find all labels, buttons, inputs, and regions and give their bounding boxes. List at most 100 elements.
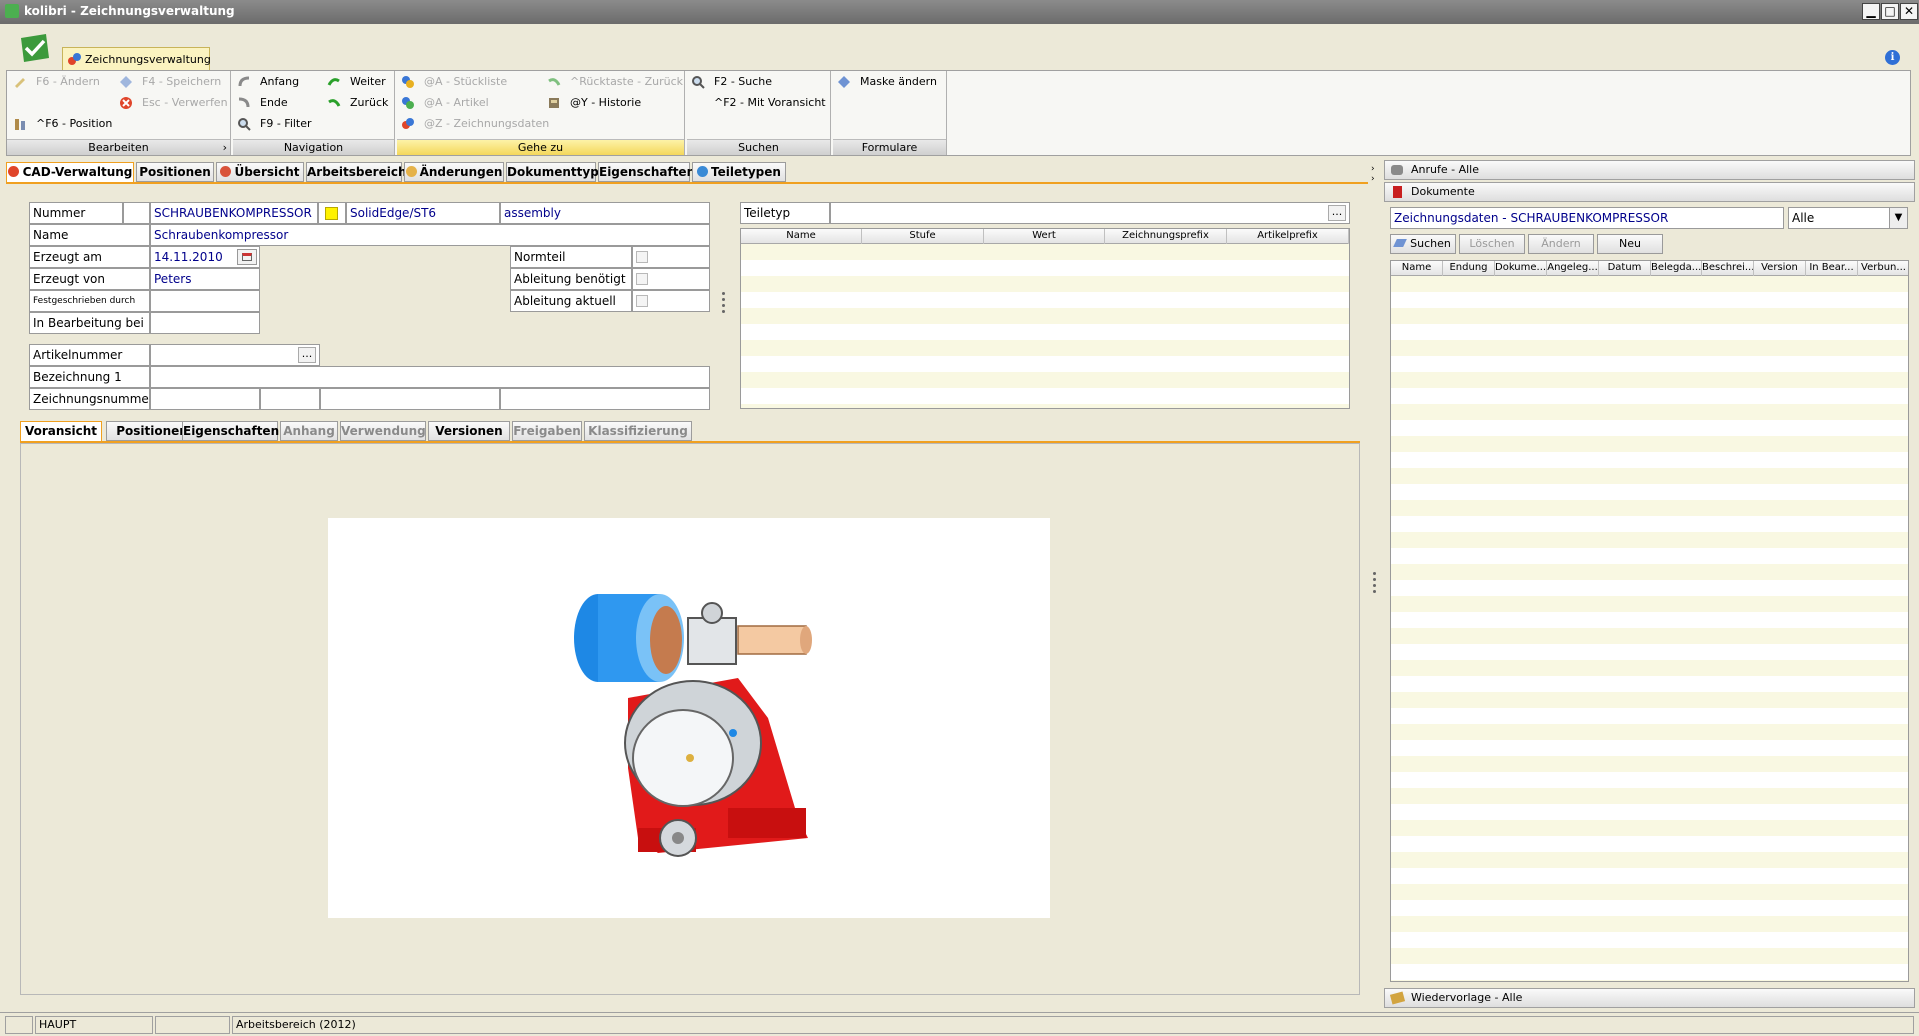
subtab-voransicht[interactable]: Voransicht xyxy=(20,421,102,442)
ableitung-aktuell-checkbox[interactable] xyxy=(636,295,648,307)
ribbon-tab-zeichnungsverwaltung[interactable]: Zeichnungsverwaltung xyxy=(62,47,211,71)
tab-arbeitsbereich[interactable]: Arbeitsbereich xyxy=(306,162,406,182)
normteil-checkbox[interactable] xyxy=(636,251,648,263)
dokumente-bar[interactable]: Dokumente xyxy=(1384,182,1915,202)
teiletyp-field[interactable] xyxy=(830,202,1350,224)
zeichnungsnummer-field-1[interactable] xyxy=(150,388,260,410)
position-button[interactable]: ^F6 - Position xyxy=(13,115,112,133)
minimize-button[interactable]: ▁ xyxy=(1862,3,1880,20)
doc-col-belegdatum[interactable]: Belegda... xyxy=(1651,261,1702,276)
dokumente-grid[interactable]: Name Endung Dokume... Angeleg... Datum B… xyxy=(1390,260,1909,982)
historie-button[interactable]: @Y - Historie xyxy=(547,94,641,112)
doc-col-version[interactable]: Version xyxy=(1754,261,1806,276)
col-name[interactable]: Name xyxy=(741,229,862,244)
speichern-button[interactable]: F4 - Speichern xyxy=(119,73,221,91)
ende-button[interactable]: Ende xyxy=(237,94,288,112)
ableitung-benoetigt-checkbox[interactable] xyxy=(636,273,648,285)
stueckliste-button[interactable]: @A - Stückliste xyxy=(401,73,507,91)
doc-col-dokument[interactable]: Dokume... xyxy=(1495,261,1547,276)
doc-col-name[interactable]: Name xyxy=(1391,261,1443,276)
bom-icon xyxy=(402,76,414,88)
dokumente-neu-button[interactable]: Neu xyxy=(1597,234,1663,254)
tab-aenderungen[interactable]: Änderungen xyxy=(404,162,504,182)
verwerfen-button[interactable]: Esc - Verwerfen xyxy=(119,94,228,112)
tab-positionen[interactable]: Positionen xyxy=(136,162,214,182)
subtab-freigaben[interactable]: Freigaben xyxy=(512,421,582,441)
tab-teiletypen[interactable]: Teiletypen xyxy=(692,162,786,182)
zeichnungsnummer-field-2[interactable] xyxy=(260,388,320,410)
name-field[interactable]: Schraubenkompressor xyxy=(150,224,710,246)
artikelnummer-field[interactable] xyxy=(150,344,320,366)
drawing-module-icon xyxy=(68,53,81,65)
teiletyp-browse-button[interactable]: ... xyxy=(1328,205,1346,221)
col-zeichnungsprefix[interactable]: Zeichnungsprefix xyxy=(1105,229,1227,244)
artikelnummer-label: Artikelnummer xyxy=(29,344,150,366)
teiletyp-grid[interactable]: Name Stufe Wert Zeichnungsprefix Artikel… xyxy=(740,228,1350,409)
anfang-button[interactable]: Anfang xyxy=(237,73,299,91)
subtab-eigenschaften[interactable]: Eigenschaften xyxy=(182,421,279,441)
dokumente-filter-select[interactable]: Alle ▼ xyxy=(1788,207,1908,229)
nummer-prefix[interactable] xyxy=(123,202,150,224)
col-stufe[interactable]: Stufe xyxy=(862,229,984,244)
wiedervorlage-bar[interactable]: Wiedervorlage - Alle xyxy=(1384,988,1915,1008)
subtab-verwendung[interactable]: Verwendung xyxy=(340,421,426,441)
phone-icon xyxy=(1391,165,1403,175)
zeichnungsnummer-field-4[interactable] xyxy=(500,388,710,410)
maske-aendern-button[interactable]: Maske ändern xyxy=(837,73,937,91)
zeichnungsnummer-field-3[interactable] xyxy=(320,388,500,410)
subtab-anhang[interactable]: Anhang xyxy=(280,421,338,441)
weiter-button[interactable]: Weiter xyxy=(327,73,386,91)
tab-eigenschaften[interactable]: Eigenschaften xyxy=(598,162,695,182)
filter-button[interactable]: F9 - Filter xyxy=(237,115,312,133)
in-bearbeitung-field[interactable] xyxy=(150,312,260,334)
zurueck-button[interactable]: Zurück xyxy=(327,94,388,112)
document-icon xyxy=(1393,186,1402,198)
tab-underline xyxy=(6,182,1368,184)
close-button[interactable]: ✕ xyxy=(1900,3,1918,20)
sub-tab-bar: Voransicht Positionen Eigenschaften Anha… xyxy=(20,421,700,442)
doc-col-beschreibung[interactable]: Beschrei... xyxy=(1702,261,1754,276)
doc-col-in-bearbeitung[interactable]: In Bear... xyxy=(1806,261,1858,276)
splitter-handle[interactable] xyxy=(722,292,726,316)
dokumente-loeschen-button[interactable]: Löschen xyxy=(1459,234,1525,254)
doc-col-endung[interactable]: Endung xyxy=(1443,261,1495,276)
first-record-icon xyxy=(238,76,250,87)
anrufe-bar[interactable]: Anrufe - Alle xyxy=(1384,160,1915,180)
kolibri-logo-icon[interactable] xyxy=(18,32,52,64)
maximize-button[interactable]: □ xyxy=(1881,3,1899,20)
col-wert[interactable]: Wert xyxy=(984,229,1105,244)
ruecktaste-button[interactable]: ^Rücktaste - Zurück xyxy=(547,73,683,91)
artikel-button[interactable]: @A - Artikel xyxy=(401,94,489,112)
chevron-right-icon[interactable]: › xyxy=(223,140,227,155)
festgeschrieben-field[interactable] xyxy=(150,290,260,312)
subtab-versionen[interactable]: Versionen xyxy=(428,421,510,441)
chevron-down-icon[interactable]: ▼ xyxy=(1889,208,1907,228)
bezeichnung1-field[interactable] xyxy=(150,366,710,388)
nummer-field[interactable]: SCHRAUBENKOMPRESSOR xyxy=(150,202,318,224)
form-edit-icon xyxy=(838,76,850,88)
voransicht-suche-button[interactable]: ^F2 - Mit Voransicht xyxy=(714,94,826,112)
tab-cad-verwaltung[interactable]: CAD-Verwaltung xyxy=(6,162,134,183)
zeichnungsdaten-button[interactable]: @Z - Zeichnungsdaten xyxy=(401,115,549,133)
aendern-button[interactable]: F6 - Ändern xyxy=(13,73,100,91)
dokumente-aendern-button[interactable]: Ändern xyxy=(1528,234,1594,254)
artikelnummer-browse-button[interactable]: ... xyxy=(298,347,316,363)
doc-col-datum[interactable]: Datum xyxy=(1599,261,1651,276)
subtab-klassifizierung[interactable]: Klassifizierung xyxy=(584,421,692,441)
tab-dokumenttyp[interactable]: Dokumenttyp xyxy=(506,162,599,182)
tab-uebersicht[interactable]: Übersicht xyxy=(216,162,304,182)
col-artikelprefix[interactable]: Artikelprefix xyxy=(1227,229,1349,244)
calendar-icon[interactable] xyxy=(237,249,257,265)
right-splitter-handle[interactable] xyxy=(1373,572,1377,596)
suche-button[interactable]: F2 - Suche xyxy=(691,73,772,91)
info-icon[interactable]: i xyxy=(1885,50,1900,65)
erzeugt-von-field[interactable]: Peters xyxy=(150,268,260,290)
right-splitter[interactable]: › › xyxy=(1368,160,1382,1008)
collapse-arrows-icon[interactable]: › › xyxy=(1371,164,1375,184)
doc-col-verbunden[interactable]: Verbun... xyxy=(1858,261,1908,276)
dokumente-suchen-button[interactable]: Suchen xyxy=(1390,234,1456,254)
status-bar: HAUPT Arbeitsbereich (2012) xyxy=(0,1012,1919,1036)
doc-col-angelegt[interactable]: Angeleg... xyxy=(1547,261,1599,276)
compressor-model-icon xyxy=(574,594,812,857)
teiletyp-grid-rows xyxy=(741,244,1349,408)
